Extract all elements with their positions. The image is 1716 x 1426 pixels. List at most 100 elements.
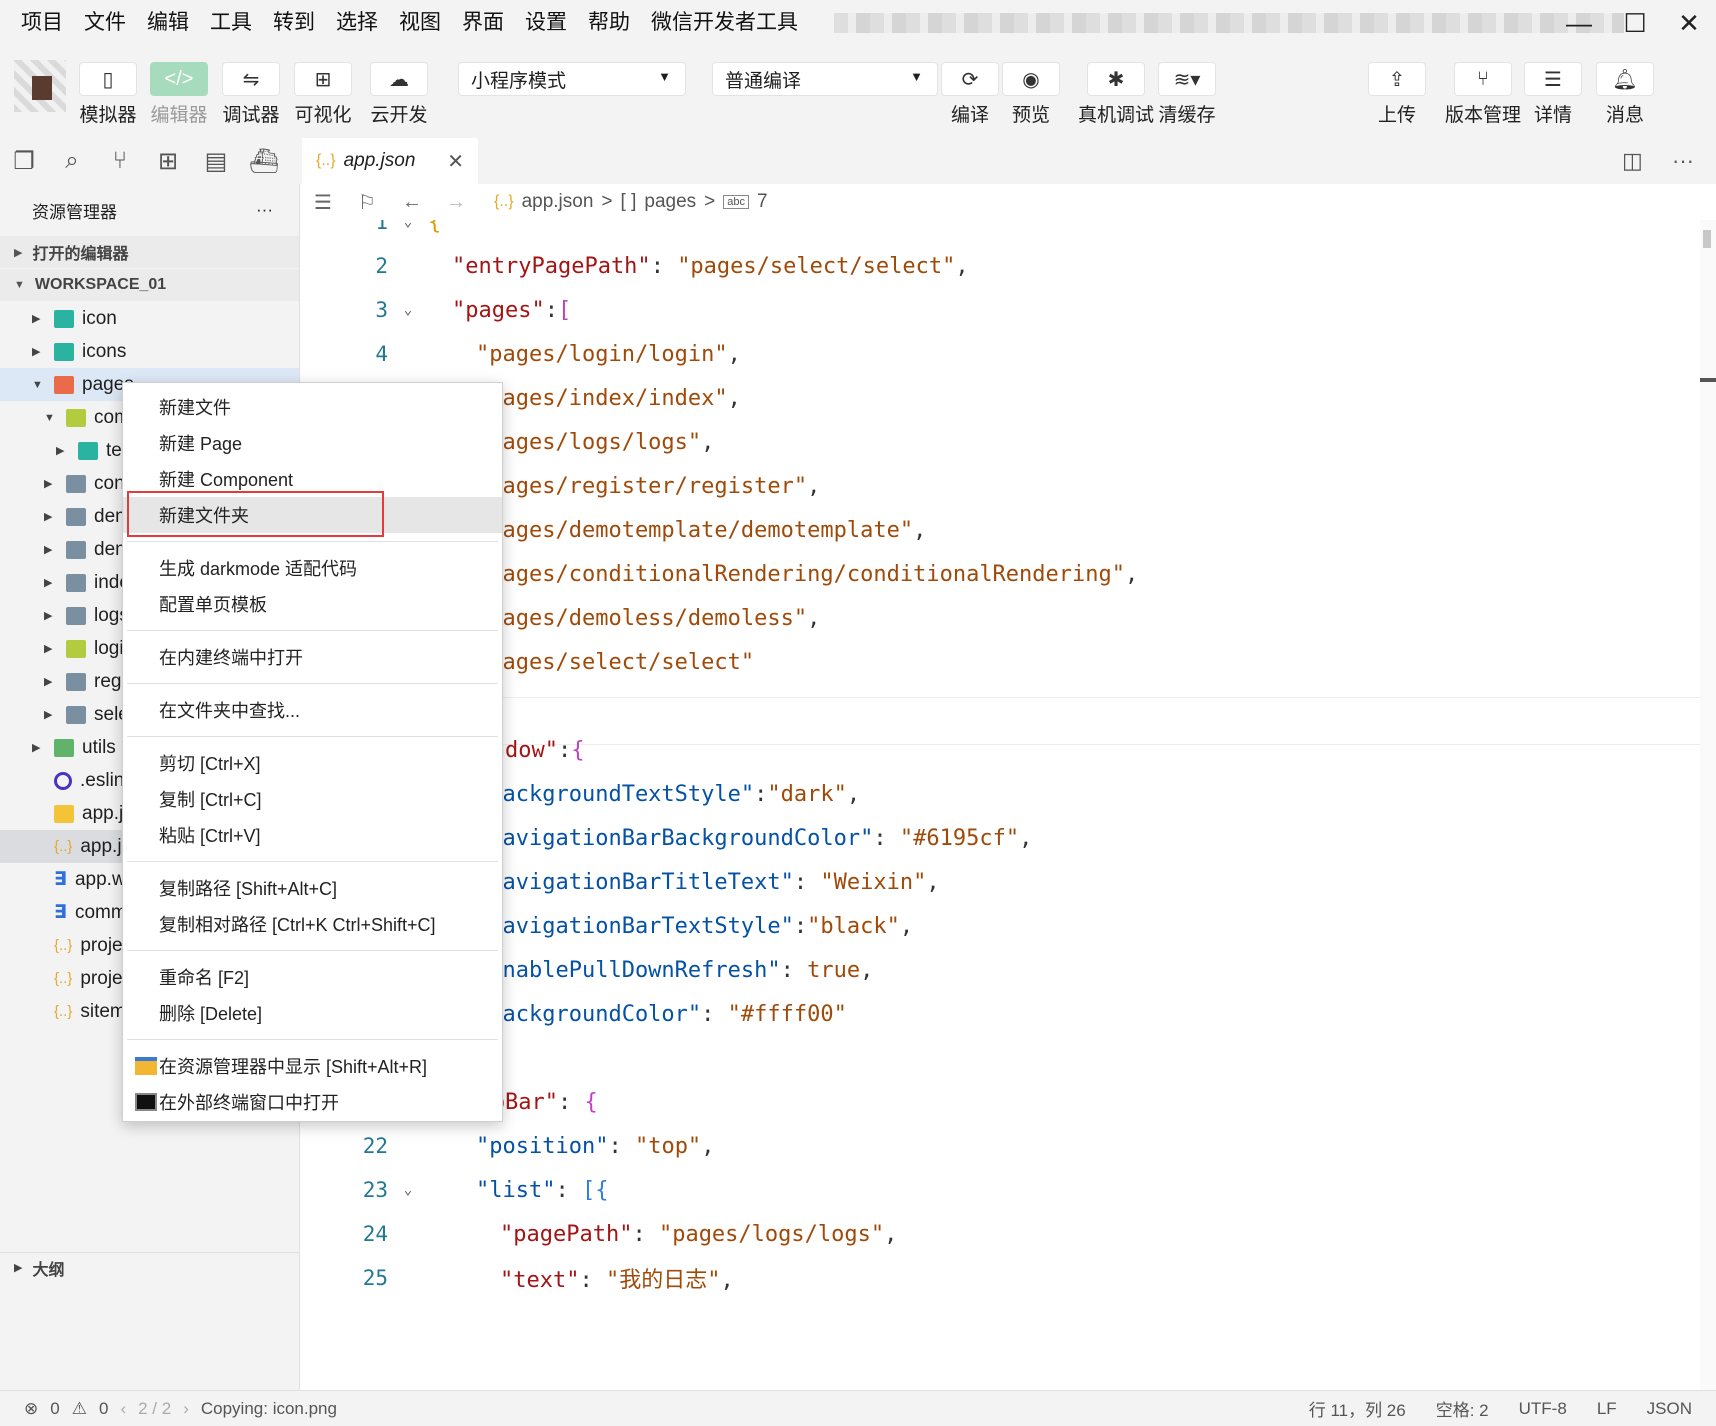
context-menu-item[interactable]: 粘贴 [Ctrl+V]	[123, 817, 502, 853]
split-editor-icon[interactable]: ◫	[1622, 148, 1643, 174]
line-number: 24	[362, 1222, 388, 1246]
context-menu-item[interactable]: 新建 Page	[123, 425, 502, 461]
debugger-button[interactable]: ⇋ 调试器	[222, 62, 280, 127]
details-button[interactable]: ☰ 详情	[1524, 62, 1582, 127]
close-icon[interactable]: ✕	[447, 149, 464, 174]
menu-item[interactable]: 界面	[451, 0, 514, 46]
compile-select[interactable]: 普通编译 ▼	[712, 62, 938, 96]
next-icon[interactable]: ›	[183, 1399, 189, 1419]
storage-icon[interactable]: ▤	[192, 147, 240, 176]
tab-app-json[interactable]: {..} app.json ✕	[302, 138, 478, 184]
context-menu-item[interactable]: 复制路径 [Shift+Alt+C]	[123, 870, 502, 906]
menu-item[interactable]: 工具	[199, 0, 262, 46]
remote-debug-button[interactable]: ✱ 真机调试	[1078, 62, 1154, 127]
bookmark-icon[interactable]: ⚐	[358, 190, 388, 215]
menu-item[interactable]: 视图	[388, 0, 451, 46]
more-icon[interactable]: ···	[256, 200, 273, 220]
maximize-button[interactable]: ☐	[1608, 0, 1662, 46]
messages-label: 消息	[1605, 105, 1644, 126]
compile-button[interactable]: ⟳ 编译	[941, 62, 999, 127]
fold-chevron-icon[interactable]: ⌄	[388, 302, 428, 318]
scrollbar-thumb[interactable]	[1703, 230, 1711, 248]
encoding[interactable]: UTF-8	[1519, 1399, 1567, 1419]
clear-cache-button[interactable]: ≋▾ 清缓存	[1158, 62, 1216, 127]
cursor-position[interactable]: 行 11，列 26	[1309, 1396, 1406, 1421]
error-count[interactable]: 0	[50, 1399, 59, 1419]
breadcrumb-pages[interactable]: pages	[644, 191, 696, 213]
context-menu-item[interactable]: 新建文件	[123, 389, 502, 425]
context-menu-item[interactable]: 在外部终端窗口中打开	[123, 1084, 502, 1120]
code-token: "navigationBarBackgroundColor"	[476, 825, 874, 851]
menu-item[interactable]: 文件	[73, 0, 136, 46]
breadcrumb-item[interactable]: 7	[757, 191, 768, 213]
menu-item[interactable]: 选择	[325, 0, 388, 46]
close-window-button[interactable]: ✕	[1662, 0, 1716, 46]
line-ending[interactable]: LF	[1597, 1399, 1617, 1419]
files-icon[interactable]: ❐	[0, 147, 48, 176]
fold-chevron-icon[interactable]: ⌄	[388, 220, 428, 230]
avatar[interactable]	[14, 60, 66, 112]
more-actions-icon[interactable]: ···	[1672, 148, 1694, 174]
simulator-button[interactable]: ▯ 模拟器	[79, 62, 137, 127]
list-icon[interactable]: ☰	[314, 190, 344, 215]
source-control-icon[interactable]: ⑂	[96, 147, 144, 175]
folder-gray-icon	[66, 507, 86, 526]
version-button[interactable]: ⑂ 版本管理	[1445, 62, 1521, 127]
upload-button[interactable]: ⇪ 上传	[1368, 62, 1426, 127]
messages-button[interactable]: 🔔︎ 消息	[1596, 62, 1654, 127]
context-menu-item[interactable]: 在文件夹中查找...	[123, 692, 502, 728]
editor-button[interactable]: </> 编辑器	[150, 62, 208, 127]
context-menu-item[interactable]: 复制 [Ctrl+C]	[123, 781, 502, 817]
context-menu-item[interactable]: 配置单页模板	[123, 586, 502, 622]
tree-item[interactable]: ▶ icon	[0, 302, 299, 335]
menu-separator	[127, 683, 498, 684]
prev-icon[interactable]: ‹	[120, 1399, 126, 1419]
minimize-button[interactable]: —	[1552, 0, 1606, 46]
warning-icon[interactable]: ⚠	[72, 1399, 87, 1419]
warning-count[interactable]: 0	[99, 1399, 108, 1419]
context-menu-item[interactable]: 复制相对路径 [Ctrl+K Ctrl+Shift+C]	[123, 906, 502, 942]
code-token: ,	[926, 869, 940, 895]
workspace-section[interactable]: ▼ WORKSPACE_01	[0, 269, 299, 301]
extensions-icon[interactable]: ⊞	[144, 147, 192, 176]
context-menu-label: 在资源管理器中显示 [Shift+Alt+R]	[159, 1057, 428, 1077]
code-token: ,	[727, 385, 741, 411]
context-menu-item[interactable]: 新建文件夹	[123, 497, 502, 533]
context-menu-item[interactable]: 重命名 [F2]	[123, 959, 502, 995]
search-icon[interactable]: ⌕	[48, 147, 96, 175]
open-editors-section[interactable]: ▶ 打开的编辑器	[0, 236, 299, 268]
code-line: 9"pages/conditionalRendering/conditional…	[300, 550, 1700, 598]
outline-section[interactable]: ▶ 大纲	[0, 1252, 300, 1282]
docker-icon[interactable]: ⛴	[240, 147, 288, 176]
error-icon[interactable]: ⊗	[24, 1399, 38, 1419]
forward-arrow-icon[interactable]: →	[446, 191, 476, 214]
language-mode[interactable]: JSON	[1647, 1399, 1692, 1419]
indentation[interactable]: 空格: 2	[1436, 1396, 1489, 1421]
menu-item[interactable]: 编辑	[136, 0, 199, 46]
preview-button[interactable]: ◉ 预览	[1002, 62, 1060, 127]
fold-chevron-icon[interactable]: ⌄	[388, 1182, 428, 1198]
context-menu-item[interactable]: 剪切 [Ctrl+X]	[123, 745, 502, 781]
menu-item[interactable]: 帮助	[577, 0, 640, 46]
menu-item[interactable]: 设置	[514, 0, 577, 46]
breadcrumb-file[interactable]: app.json	[522, 191, 594, 213]
mode-select[interactable]: 小程序模式 ▼	[458, 62, 686, 96]
code-token: :	[650, 253, 678, 279]
code-editor[interactable]: 1 ⌄{2 "entryPagePath": "pages/select/selec…	[300, 220, 1700, 1390]
menu-item[interactable]: 项目	[10, 0, 73, 46]
visual-button[interactable]: ⊞ 可视化	[294, 62, 352, 127]
back-arrow-icon[interactable]: ←	[402, 191, 432, 214]
menu-item[interactable]: 转到	[262, 0, 325, 46]
context-menu-item[interactable]: 生成 darkmode 适配代码	[123, 550, 502, 586]
context-menu-item[interactable]: 在资源管理器中显示 [Shift+Alt+R]	[123, 1048, 502, 1084]
editor-scrollbar[interactable]	[1700, 220, 1716, 1390]
code-line: 3 ⌄ "pages":[	[300, 286, 1700, 334]
open-editors-label: 打开的编辑器	[32, 246, 129, 263]
context-menu-item[interactable]: 新建 Component	[123, 461, 502, 497]
context-menu-item[interactable]: 在内建终端中打开	[123, 639, 502, 675]
tree-item[interactable]: ▶ icons	[0, 335, 299, 368]
cloud-button[interactable]: ☁ 云开发	[370, 62, 428, 127]
status-message: Copying: icon.png	[200, 1398, 337, 1418]
menu-item[interactable]: 微信开发者工具	[640, 0, 808, 46]
context-menu-item[interactable]: 删除 [Delete]	[123, 995, 502, 1031]
